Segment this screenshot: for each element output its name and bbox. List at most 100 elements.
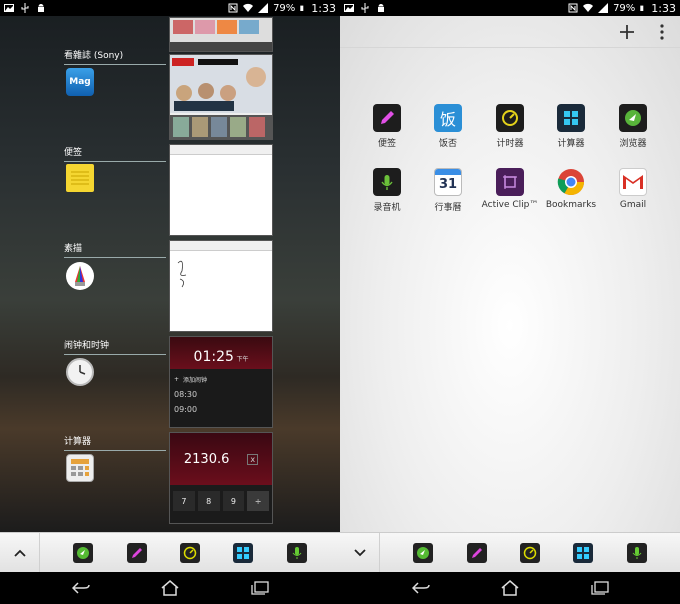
image-notification-icon — [4, 4, 14, 12]
status-bar: 79% 1:33 — [340, 0, 680, 16]
signal-icon — [598, 3, 609, 13]
recorder-small-app[interactable] — [626, 542, 647, 563]
app-bookmarks[interactable]: Bookmarks — [540, 168, 602, 210]
calculator-icon[interactable] — [66, 454, 94, 482]
browser-small-app[interactable] — [73, 542, 94, 563]
back-icon[interactable] — [71, 582, 90, 594]
clock-thumbnail[interactable]: 01:25 下午 + 添加闹钟 08:30 09:00 — [169, 336, 273, 428]
timer-icon — [183, 546, 197, 559]
magazine-thumbnail[interactable] — [169, 54, 273, 140]
recorder-small-app[interactable] — [286, 542, 307, 563]
android-debug-icon — [378, 4, 384, 12]
app-calendar[interactable]: 31 行事曆 — [417, 168, 479, 213]
battery-icon — [300, 5, 304, 11]
calendar-day: 31 — [438, 177, 458, 192]
app-recorder[interactable]: 录音机 — [356, 168, 418, 213]
timer-icon — [496, 104, 524, 132]
calc-key: 9 — [222, 491, 245, 511]
notes-small-app[interactable] — [126, 542, 147, 563]
wifi-icon — [243, 3, 254, 13]
wifi-icon — [583, 3, 594, 13]
nfc-icon — [228, 3, 238, 13]
home-icon[interactable] — [501, 580, 519, 596]
calculator-small-app[interactable] — [233, 542, 254, 563]
notes-thumbnail[interactable] — [169, 144, 273, 236]
calendar-icon: 31 — [434, 168, 462, 196]
app-label: Active Clip™ — [481, 200, 539, 210]
timer-icon — [523, 546, 537, 559]
small-apps-bar — [340, 532, 680, 573]
calc-clear: x — [247, 453, 259, 465]
collapse-button[interactable] — [340, 532, 380, 573]
app-label: 饭否 — [438, 139, 457, 149]
app-timer[interactable]: 计时器 — [479, 104, 541, 149]
magazine-thumbnail-top[interactable] — [169, 17, 273, 52]
app-active-clip[interactable]: Active Clip™ — [479, 168, 541, 210]
app-browser[interactable]: 浏览器 — [602, 104, 664, 149]
app-calculator[interactable]: 计算器 — [540, 104, 602, 149]
notes-small-app[interactable] — [466, 542, 487, 563]
app-label: Gmail — [619, 200, 647, 210]
recent-apps-icon[interactable] — [590, 581, 609, 595]
home-icon[interactable] — [161, 580, 179, 596]
browser-small-app[interactable] — [413, 542, 434, 563]
clock-time: 1:33 — [311, 1, 336, 15]
sketch-icon[interactable] — [66, 262, 94, 290]
signal-icon — [258, 3, 269, 13]
app-fanfou[interactable]: 饭 饭否 — [417, 104, 479, 149]
overflow-menu-icon[interactable] — [659, 24, 665, 40]
app-label: 浏览器 — [619, 139, 647, 149]
browser-icon — [417, 546, 430, 559]
calculator-icon — [557, 104, 585, 132]
calculator-icon — [577, 546, 590, 559]
expand-button[interactable] — [0, 532, 40, 573]
app-label: Bookmarks — [545, 200, 597, 210]
calculator-small-app[interactable] — [573, 542, 594, 563]
timer-small-app[interactable] — [519, 542, 540, 563]
usb-icon — [21, 3, 29, 13]
magv-icon[interactable]: Mag — [66, 68, 94, 96]
magv-icon-text: Mag — [69, 77, 91, 87]
back-icon[interactable] — [411, 582, 430, 594]
gmail-icon — [619, 168, 647, 196]
app-label: 行事曆 — [434, 203, 462, 213]
timer-small-app[interactable] — [179, 542, 200, 563]
small-apps-background — [340, 16, 680, 532]
battery-percent: 79% — [273, 2, 296, 14]
action-bar — [340, 16, 680, 48]
notes-icon — [373, 104, 401, 132]
fanfou-icon: 饭 — [434, 104, 462, 132]
add-alarm-icon: + — [174, 376, 180, 383]
alarm-entry: 08:30 — [174, 390, 198, 399]
browser-icon — [77, 546, 90, 559]
calc-key: ÷ — [247, 491, 269, 511]
notes-icon[interactable] — [66, 164, 94, 192]
status-bar: 79% 1:33 — [0, 0, 340, 16]
app-label: 录音机 — [373, 203, 401, 213]
battery-icon — [640, 5, 644, 11]
sketch-thumbnail[interactable] — [169, 240, 273, 332]
recent-app-label: 便签 — [64, 145, 166, 162]
add-icon[interactable] — [620, 25, 634, 39]
recent-apps-icon[interactable] — [250, 581, 269, 595]
chevron-up-icon — [13, 549, 26, 557]
alarm-entry: 09:00 — [174, 405, 198, 414]
image-notification-icon — [344, 4, 354, 12]
clock-icon[interactable] — [66, 358, 94, 386]
navigation-bar — [340, 572, 680, 604]
calculator-icon — [237, 546, 250, 559]
microphone-icon — [292, 546, 302, 559]
recent-app-label: 闹钟和时钟 — [64, 338, 166, 355]
clock-thumb-time: 01:25 — [193, 349, 234, 365]
calculator-thumbnail[interactable]: 2130.6 x 7 8 9 ÷ — [169, 432, 273, 524]
app-gmail[interactable]: Gmail — [602, 168, 664, 210]
left-pane: 79% 1:33 看雜誌 (Sony) Mag 便签 素描 闹钟和时钟 计算器 — [0, 0, 340, 604]
chrome-icon — [557, 168, 585, 196]
app-notes[interactable]: 便签 — [356, 104, 418, 149]
clock-thumb-ampm: 下午 — [236, 356, 249, 363]
recorder-icon — [373, 168, 401, 196]
browser-icon — [619, 104, 647, 132]
app-label: 便签 — [377, 139, 396, 149]
navigation-bar — [0, 572, 340, 604]
pen-icon — [471, 547, 482, 558]
